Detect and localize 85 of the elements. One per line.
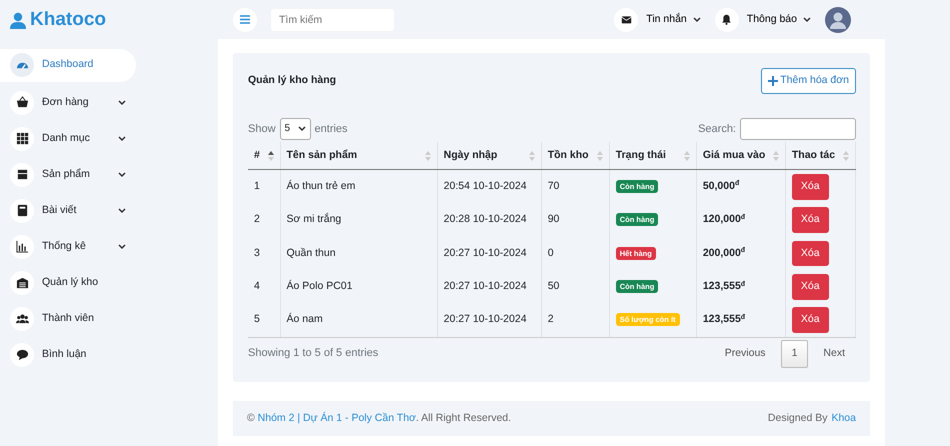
sidebar-item[interactable]: Đơn hàng [0,88,136,118]
book-icon [16,204,28,217]
menu-icon [240,15,250,24]
sidebar-item[interactable]: Bài viết [0,196,136,226]
table-cell: 2 [541,304,610,338]
users-icon [16,312,28,325]
column-header[interactable]: Tồn kho [541,142,610,170]
table-cell: 20:28 10-10-2024 [437,203,542,237]
grid-icon [16,132,28,145]
comment-icon [16,348,28,361]
sidebar-item[interactable]: Sản phẩm [0,160,136,190]
table-cell: 4 [248,270,280,304]
price-cell: 123,555$^{đ}$ [696,304,786,338]
table-cell: 3 [248,236,280,270]
chevron-down-icon [118,136,126,142]
copyright-text: © Nhóm 2 | Dự Án 1 - Poly Cần Thơ. All Right Reserved. [247,410,512,426]
sidebar-item[interactable]: Dashboard [0,48,136,82]
card-title: Quản lý kho hàng [248,73,336,88]
table-info: Showing 1 to 5 of 5 entries [248,346,378,362]
search-field[interactable]: Tìm kiếm [271,8,394,30]
table-cell: 20:27 10-10-2024 [437,304,542,338]
sidebar-item[interactable]: Quản lý kho [0,268,136,298]
price-cell: 50,000$^{đ}$ [696,170,786,204]
entries-select[interactable]: 5 [280,118,311,140]
chevron-down-icon [803,16,811,22]
delete-button[interactable]: Xóa [792,207,829,233]
table-cell: 0 [541,236,610,270]
topbar-menu[interactable]: Thông báo [746,12,811,28]
table-cell: 20:54 10-10-2024 [437,170,542,204]
chevron-down-icon [118,100,126,106]
table-cell: 5 [248,304,280,338]
chevron-down-icon [118,208,126,214]
table-cell: Áo nam [280,304,438,338]
price-cell: 123,555$^{đ}$ [696,270,786,304]
pagination-button[interactable]: Previous [714,340,777,368]
add-invoice-button[interactable]: Thêm hóa đơn [761,68,856,94]
topbar-menu[interactable]: Tin nhắn [646,12,701,28]
entries-label: entries [314,122,348,136]
table-cell: 90 [541,203,610,237]
bell-icon [721,14,732,25]
column-header[interactable]: Tên sản phẩm [280,142,438,170]
table-cell: 2 [248,203,280,237]
table-cell: Áo Polo PC01 [280,270,438,304]
column-header[interactable]: Ngày nhập [437,142,542,170]
table-cell: 20:27 10-10-2024 [437,236,542,270]
column-header[interactable]: Giá mua vào [696,142,786,170]
table-cell: Quần thun [280,236,438,270]
chevron-down-icon [118,244,126,250]
table-cell: Áo thun trẻ em [280,170,438,204]
table-cell: 1 [248,170,280,204]
search-label: Search: [698,122,736,136]
delete-button[interactable]: Xóa [792,174,829,200]
envelope-icon [620,14,632,25]
designed-by-text: Designed By [768,410,828,426]
user-icon [10,12,26,29]
plus-icon [768,76,778,86]
table-cell: 70 [541,170,610,204]
sidebar-item[interactable]: Bình luận [0,340,136,370]
show-label: Show [248,122,276,136]
table-cell: 50 [541,270,610,304]
price-cell: 120,000$^{đ}$ [696,203,786,237]
basket-icon [16,96,28,109]
sidebar-item[interactable]: Thành viên [0,304,136,334]
avatar-icon [825,6,851,32]
price-cell: 200,000$^{đ}$ [696,236,786,270]
delete-button[interactable]: Xóa [792,240,829,266]
table-search-field[interactable] [740,118,856,140]
column-header[interactable]: Trạng thái [609,142,696,170]
delete-button[interactable]: Xóa [792,307,829,334]
delete-button[interactable]: Xóa [792,274,829,300]
menu-button[interactable] [233,8,257,32]
table-cell: Sơ mi trắng [280,203,438,237]
box-icon [16,168,28,181]
warehouse-icon [16,276,28,289]
column-header[interactable]: Thao tác [785,142,856,170]
pagination-button[interactable]: Next [812,340,856,368]
chevron-down-icon [692,16,701,22]
column-header[interactable]: # [248,142,280,170]
bar-chart-icon [16,240,28,253]
sidebar-item[interactable]: Danh mục [0,124,136,154]
chevron-down-icon [118,172,126,178]
chevron-down-icon [298,126,306,132]
pagination-button[interactable]: 1 [780,340,808,368]
table-cell: 20:27 10-10-2024 [437,270,542,304]
sidebar-item[interactable]: Thống kê [0,232,136,262]
